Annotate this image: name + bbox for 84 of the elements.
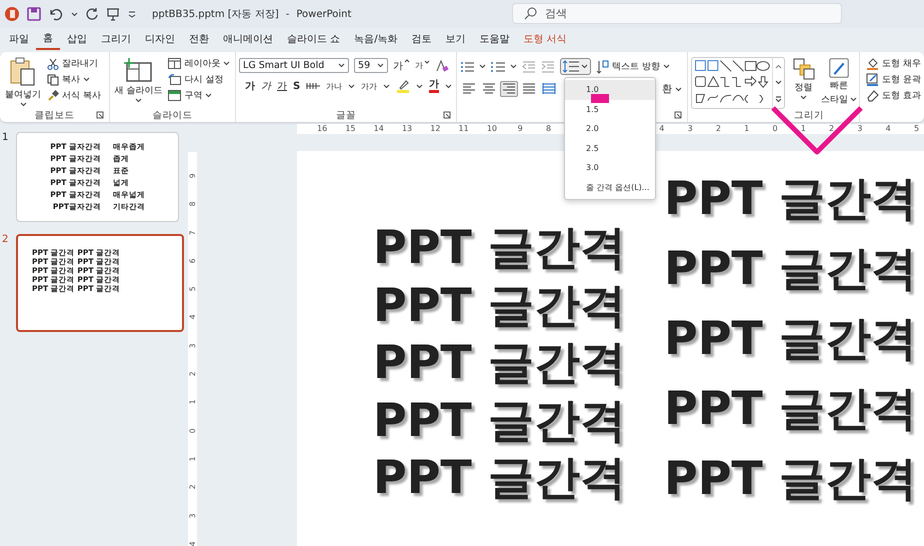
ruler-label: 13 [400,124,414,134]
shrink-font-button[interactable]: 가 [415,60,430,71]
ribbon-tab[interactable]: 슬라이드 쇼 [280,29,348,51]
ribbon-tab[interactable]: 홈 [36,30,60,50]
menu-item[interactable]: 3.0 [565,158,655,178]
text-shadow-button[interactable]: S [293,80,300,92]
shape-effects-button[interactable]: 도형 효과 [866,89,921,102]
ruler-label: 2 [714,124,722,134]
title-separator: - [286,8,290,20]
ruler-label: 15 [344,124,357,134]
slide-text: PPT 글간격 [373,276,627,334]
slide-text: PPT 글간격 [373,449,627,506]
bold-button[interactable]: 가 [245,79,256,93]
font-name-field[interactable]: LG Smart UI Bold [239,58,350,73]
italic-button[interactable]: 가 [261,79,272,93]
slide-text: PPT 글간격 [373,334,627,391]
quick-styles-button[interactable]: 빠른 스타일 [822,56,856,108]
ruler-label: 5 [912,124,920,134]
menu-item[interactable]: 1.5 [565,100,655,119]
ruler-label: 3 [686,124,694,134]
ruler-label: 3 [856,124,864,134]
text-direction-button[interactable]: 텍스트 방향 [596,60,670,74]
change-case-button[interactable]: 가가 [361,80,378,92]
ruler-label: 0 [771,124,779,134]
slide-text: PPT 글간격 [664,310,917,367]
ruler-label: 12 [429,124,442,134]
slide-text: PPT 글간격 [664,380,917,437]
shape-outline-button[interactable]: 도형 윤곽 [866,73,921,86]
ribbon-tab[interactable]: 삽입 [60,29,94,51]
ribbon-tab[interactable]: 도형 서식 [516,29,574,51]
ribbon-tab[interactable]: 애니메이션 [216,29,280,51]
group-label: 슬라이드 [152,108,192,122]
ribbon-tab[interactable]: 전환 [182,29,216,51]
ribbon-tab[interactable]: 검토 [404,29,439,51]
ruler-label: 1 [800,124,807,134]
font-color-button[interactable]: 가 [429,80,440,92]
ribbon-tab[interactable]: 파일 [2,29,36,51]
ribbon-tab[interactable]: 그리기 [94,29,138,51]
arrange-button[interactable]: 정렬 [789,56,818,108]
ribbon-tab[interactable]: 도움말 [472,29,517,51]
cut-button[interactable]: 잘라내기 [47,57,101,70]
menu-item[interactable]: 2.0 [565,119,655,138]
grow-font-button[interactable]: 가 [393,58,410,72]
font-size-field[interactable]: 59 [354,58,388,73]
search-field[interactable]: 검색 [512,3,842,24]
menu-item[interactable]: 줄 간격 옵션(L)... [565,178,655,197]
ruler-label: 1 [743,124,750,134]
new-slide-button[interactable]: 새 슬라이드 [112,56,164,108]
ruler-label: 16 [316,124,328,134]
shape-fill-button[interactable]: 도형 채우 [866,57,921,70]
ribbon-tab[interactable]: 디자인 [138,29,182,51]
document-title: pptBB35.pptm [자동 저장] [152,8,279,21]
ribbon-tab[interactable]: 녹음/녹화 [347,29,405,51]
ruler-label: 4 [658,124,666,134]
ruler-label: 2 [828,124,836,134]
slide-text: PPT 글간격 [664,450,917,507]
ruler-label: 9 [516,124,524,134]
slide-text: PPT 글간격 [664,240,917,297]
group-label: 그리기 [794,108,824,122]
slide-text: PPT 글간격 [373,392,627,448]
format-painter-button[interactable]: 서식 복사 [47,89,101,102]
section-button[interactable]: 구역 [168,89,230,102]
slide-text: PPT 글간격 [373,219,627,276]
layout-button[interactable]: 레이아웃 [168,57,230,70]
paste-button[interactable]: 붙여넣기 [3,56,43,108]
ruler-label: 14 [372,124,385,134]
ruler-label: 4 [884,124,892,134]
slide-number: 1 [1,132,10,143]
menu-item[interactable]: 2.5 [565,138,655,158]
ribbon-tab[interactable]: 보기 [438,29,473,51]
copy-button[interactable]: 복사 [47,73,101,86]
app-name: PowerPoint [296,8,352,20]
convert-button[interactable]: 환 [662,82,682,96]
slide-text: PPT 글간격 [664,170,917,227]
group-label: 글꼴 [336,108,356,122]
underline-button[interactable]: 가 [277,79,288,93]
character-spacing-button[interactable]: 가나 [326,80,342,92]
ruler-label: 11 [458,124,470,134]
slide-number: 2 [1,234,10,245]
reset-button[interactable]: 다시 설정 [168,73,230,86]
menu-item[interactable]: 1.0 [565,80,655,100]
ruler-label: 8 [544,124,552,134]
group-label: 클립보드 [34,108,74,122]
ruler-label: 10 [486,124,498,134]
